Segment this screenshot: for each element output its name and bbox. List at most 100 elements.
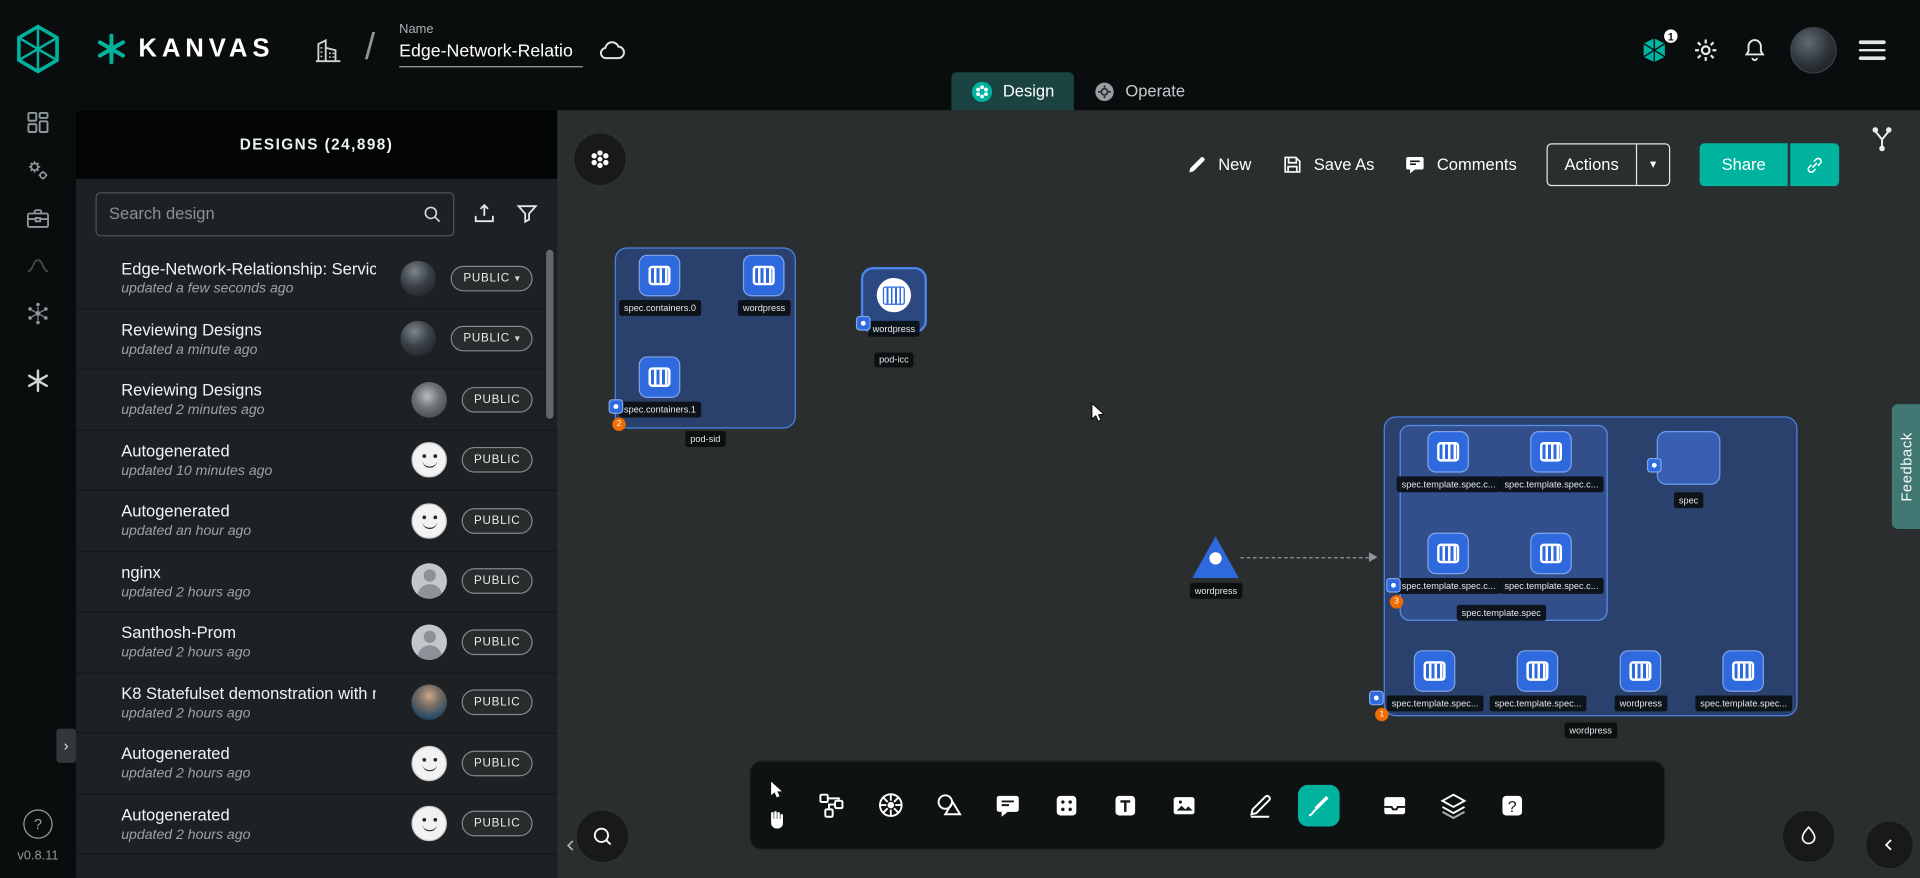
container-node[interactable]: wordpress	[738, 255, 790, 316]
list-item[interactable]: Autogeneratedupdated 10 minutes ago PUBL…	[76, 430, 557, 491]
list-item[interactable]: Edge-Network-Relationship: Serviceupdate…	[76, 249, 557, 310]
settings-button[interactable]	[1692, 37, 1719, 64]
edge-pen-tool[interactable]	[1298, 784, 1340, 826]
spec-node[interactable]	[1657, 431, 1721, 485]
widgets-tool[interactable]	[1046, 784, 1088, 826]
hierarchy-toggle-icon[interactable]	[1869, 125, 1896, 156]
service-node[interactable]: wordpress	[1190, 536, 1242, 598]
select-tool[interactable]	[765, 779, 788, 802]
caret-down-icon[interactable]: ▾	[1637, 144, 1669, 184]
visibility-label: PUBLIC	[474, 756, 520, 769]
adapters-icon[interactable]	[13, 296, 62, 330]
design-updated: updated 2 hours ago	[121, 646, 397, 661]
drawer-tool[interactable]	[1374, 784, 1416, 826]
search-icon[interactable]	[421, 203, 443, 225]
design-canvas[interactable]: New Save As Comments Actions ▾ Share	[557, 110, 1920, 878]
collapse-right-button[interactable]	[1865, 820, 1914, 869]
share-button[interactable]: Share	[1700, 143, 1788, 186]
design-title: Autogenerated	[121, 745, 376, 763]
visibility-badge[interactable]: PUBLIC	[462, 447, 533, 473]
node-label: spec.template.spec.c...	[1500, 476, 1604, 491]
performance-curve-icon[interactable]	[13, 249, 62, 283]
cloud-sync-icon[interactable]	[598, 37, 627, 73]
list-item[interactable]: Santhosh-Promupdated 2 hours ago PUBLIC	[76, 612, 557, 673]
pod-node[interactable]: wordpress pod-icc	[861, 267, 927, 367]
container-node[interactable]: spec.template.spec...	[1387, 650, 1484, 711]
share-link-button[interactable]	[1790, 143, 1839, 186]
list-scrollbar[interactable]	[546, 250, 553, 419]
actions-button[interactable]: Actions ▾	[1546, 143, 1670, 186]
kanvas-asterisk-icon[interactable]	[13, 364, 62, 398]
canvas-menu-button[interactable]	[573, 132, 627, 186]
toolbox-icon[interactable]	[13, 201, 62, 235]
container-node[interactable]: spec.template.spec.c...	[1397, 431, 1501, 492]
flow-tool[interactable]	[811, 784, 853, 826]
panel-collapse-handle[interactable]: ›	[56, 729, 76, 763]
help-tool[interactable]: ?	[1491, 784, 1533, 826]
import-icon[interactable]	[471, 201, 497, 227]
container-node[interactable]: spec.containers.0	[619, 255, 701, 316]
meshery-extension-button[interactable]: 1	[1638, 34, 1670, 66]
new-button[interactable]: New	[1185, 153, 1251, 176]
visibility-badge[interactable]: PUBLIC	[462, 750, 533, 776]
text-tool[interactable]	[1104, 784, 1146, 826]
list-item[interactable]: nginxupdated 2 hours ago PUBLIC	[76, 552, 557, 613]
visibility-badge[interactable]: PUBLIC	[462, 629, 533, 655]
avatar	[401, 261, 437, 297]
pencil-tool[interactable]	[1239, 784, 1281, 826]
list-item[interactable]: Autogeneratedupdated 2 hours ago PUBLIC	[76, 794, 557, 855]
visibility-badge[interactable]: PUBLIC	[462, 811, 533, 837]
layers-tool[interactable]	[1433, 784, 1475, 826]
filter-icon[interactable]	[514, 201, 540, 227]
design-updated: updated an hour ago	[121, 524, 397, 539]
container-node[interactable]: spec.template.spec.c...	[1397, 533, 1501, 594]
pencil-outline-icon	[1245, 790, 1274, 819]
container-node[interactable]: spec.template.spec.c...	[1500, 431, 1604, 492]
list-item[interactable]: Autogeneratedupdated 2 hours ago PUBLIC	[76, 733, 557, 794]
visibility-badge[interactable]: PUBLIC	[462, 568, 533, 594]
media-tool[interactable]	[1163, 784, 1205, 826]
kubernetes-tool[interactable]	[869, 784, 911, 826]
tab-operate[interactable]: Operate	[1074, 72, 1205, 110]
edge-connector[interactable]	[1240, 557, 1375, 558]
node-label: spec.template.spec.c...	[1397, 578, 1501, 593]
tab-design[interactable]: Design	[951, 72, 1073, 110]
design-name-input[interactable]	[399, 39, 583, 67]
save-as-button[interactable]: Save As	[1281, 153, 1375, 176]
organization-icon[interactable]	[313, 36, 342, 72]
help-icon[interactable]: ?	[23, 809, 52, 838]
container-node[interactable]: spec.containers.1	[619, 356, 701, 417]
container-node[interactable]: spec.template.spec.c...	[1500, 533, 1604, 594]
feedback-tab[interactable]: Feedback	[1892, 404, 1920, 529]
visibility-badge[interactable]: PUBLIC▾	[451, 326, 532, 352]
operate-tab-icon	[1094, 80, 1116, 102]
list-item[interactable]: Reviewing Designsupdated a minute ago PU…	[76, 309, 557, 370]
pan-tool[interactable]	[765, 808, 788, 831]
notifications-button[interactable]	[1741, 37, 1768, 64]
search-input[interactable]	[109, 204, 421, 222]
list-item[interactable]: Reviewing Designsupdated 2 minutes ago P…	[76, 370, 557, 431]
comment-tool[interactable]	[987, 784, 1029, 826]
lifecycle-gears-icon[interactable]	[13, 153, 62, 187]
visibility-badge[interactable]: PUBLIC	[462, 387, 533, 413]
shapes-tool[interactable]	[928, 784, 970, 826]
container-node[interactable]: spec.template.spec...	[1695, 650, 1792, 711]
container-node[interactable]: spec.template.spec...	[1490, 650, 1587, 711]
dashboard-icon[interactable]	[13, 105, 62, 139]
list-item[interactable]: K8 Statefulset demonstration with mupdat…	[76, 673, 557, 734]
visibility-badge[interactable]: PUBLIC▾	[451, 265, 532, 291]
user-avatar[interactable]	[1790, 27, 1837, 74]
comments-button[interactable]: Comments	[1404, 153, 1517, 176]
drop-pin-button[interactable]	[1782, 809, 1836, 863]
list-item[interactable]: Autogeneratedupdated an hour ago PUBLIC	[76, 491, 557, 552]
container-icon	[1723, 650, 1765, 692]
drop-icon	[1796, 824, 1820, 848]
chat-icon	[993, 790, 1022, 819]
kanvas-hexagon-logo-icon[interactable]	[10, 21, 66, 77]
menu-hamburger-icon[interactable]	[1859, 41, 1886, 60]
visibility-badge[interactable]: PUBLIC	[462, 690, 533, 716]
visibility-badge[interactable]: PUBLIC	[462, 508, 533, 534]
container-node[interactable]: wordpress	[1615, 650, 1667, 711]
zoom-button[interactable]	[576, 809, 630, 863]
design-updated: updated 2 minutes ago	[121, 403, 397, 418]
